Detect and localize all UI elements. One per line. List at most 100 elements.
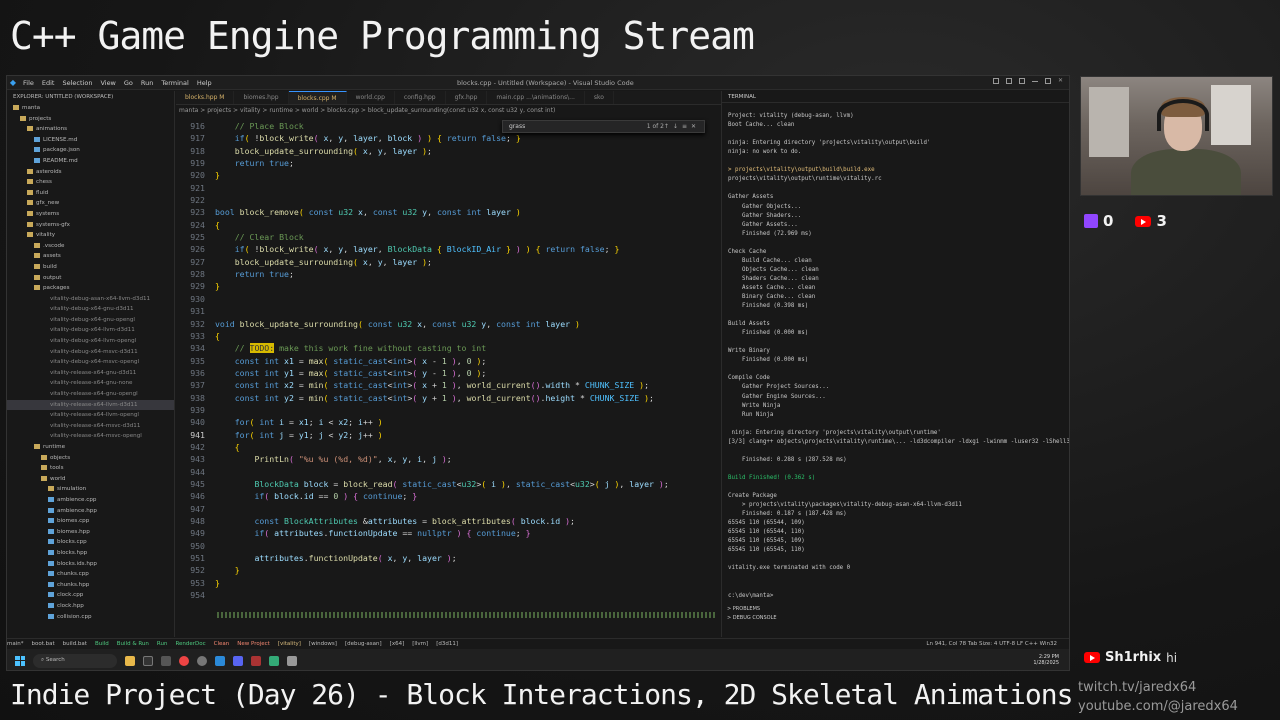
tree-item[interactable]: vitality bbox=[7, 230, 174, 241]
editor-tab[interactable]: blocks.hpp M bbox=[176, 91, 235, 104]
taskbar-clock[interactable]: 2:29 PM 1/28/2025 bbox=[1033, 654, 1059, 666]
menu-view[interactable]: View bbox=[96, 79, 119, 87]
tree-item[interactable]: ambience.cpp bbox=[7, 495, 174, 506]
tree-item[interactable]: gfx_new bbox=[7, 198, 174, 209]
layout-toggle-icon[interactable] bbox=[992, 78, 999, 84]
tree-item[interactable]: vitality-release-x64-gnu-opengl bbox=[7, 389, 174, 400]
tree-item[interactable]: output bbox=[7, 273, 174, 284]
tree-item[interactable]: simulation bbox=[7, 484, 174, 495]
tree-item[interactable]: clock.hpp bbox=[7, 601, 174, 612]
tree-item[interactable]: vitality-debug-asan-x64-llvm-d3d11 bbox=[7, 294, 174, 305]
status-item[interactable]: boot.bat bbox=[32, 641, 55, 647]
menu-edit[interactable]: Edit bbox=[38, 79, 59, 87]
tree-item[interactable]: vitality-release-x64-gnu-none bbox=[7, 378, 174, 389]
tree-item[interactable]: tools bbox=[7, 463, 174, 474]
tree-item[interactable]: package.json bbox=[7, 145, 174, 156]
menu-file[interactable]: File bbox=[19, 79, 38, 87]
menu-go[interactable]: Go bbox=[120, 79, 137, 87]
status-item[interactable]: [debug-asan] bbox=[345, 641, 382, 647]
folder-app-icon[interactable] bbox=[161, 655, 171, 666]
tree-item[interactable]: runtime bbox=[7, 442, 174, 453]
status-item[interactable]: main* bbox=[7, 641, 24, 647]
minimize-button[interactable] bbox=[1031, 78, 1038, 82]
sidebar-toggle-icon[interactable] bbox=[1018, 78, 1025, 84]
tree-item[interactable]: vitality-debug-x64-msvc-opengl bbox=[7, 357, 174, 368]
editor-tab[interactable]: world.cpp bbox=[347, 91, 395, 104]
tree-item[interactable]: chess bbox=[7, 177, 174, 188]
tree-item[interactable]: assets bbox=[7, 251, 174, 262]
tree-item[interactable]: build bbox=[7, 262, 174, 273]
tree-item[interactable]: packages bbox=[7, 283, 174, 294]
tree-item[interactable]: chunks.cpp bbox=[7, 569, 174, 580]
tree-item[interactable]: collision.cpp bbox=[7, 612, 174, 623]
tree-item[interactable]: vitality-debug-x64-gnu-d3d11 bbox=[7, 304, 174, 315]
panel-toggle-icon[interactable] bbox=[1005, 78, 1012, 84]
menu-selection[interactable]: Selection bbox=[58, 79, 96, 87]
terminal-app-icon[interactable] bbox=[143, 655, 153, 666]
tree-item[interactable]: animations bbox=[7, 124, 174, 135]
tree-item[interactable]: projects bbox=[7, 114, 174, 125]
editor-tab[interactable]: biomes.hpp bbox=[234, 91, 289, 104]
tree-item[interactable]: objects bbox=[7, 453, 174, 464]
tree-item[interactable]: biomes.hpp bbox=[7, 527, 174, 538]
status-item[interactable]: Build & Run bbox=[117, 641, 149, 647]
tree-item[interactable]: fluid bbox=[7, 188, 174, 199]
status-item[interactable]: build.bat bbox=[63, 641, 87, 647]
tree-item[interactable]: vitality-debug-x64-llvm-d3d11 bbox=[7, 325, 174, 336]
status-item[interactable]: New Project bbox=[237, 641, 270, 647]
menu-terminal[interactable]: Terminal bbox=[157, 79, 192, 87]
tree-item[interactable]: chunks.hpp bbox=[7, 580, 174, 591]
discord-icon[interactable] bbox=[233, 655, 243, 666]
status-item[interactable]: [llvm] bbox=[412, 641, 428, 647]
breadcrumb[interactable]: manta > projects > vitality > runtime > … bbox=[179, 107, 555, 114]
editor-tab[interactable]: main.cpp ...\animations\... bbox=[487, 91, 585, 104]
obs-icon[interactable] bbox=[197, 655, 207, 666]
status-cursor-info[interactable]: Ln 941, Col 78 Tab Size: 4 UTF-8 LF C++ … bbox=[926, 641, 1057, 647]
vscode-taskbar-icon[interactable] bbox=[215, 655, 225, 666]
tree-item[interactable]: biomes.cpp bbox=[7, 516, 174, 527]
editor-tab[interactable]: config.hpp bbox=[395, 91, 446, 104]
editor-tab[interactable]: blocks.cpp M bbox=[288, 91, 347, 104]
menu-help[interactable]: Help bbox=[193, 79, 216, 87]
tree-item[interactable]: vitality-release-x64-msvc-d3d11 bbox=[7, 421, 174, 432]
tree-item[interactable]: asteroids bbox=[7, 167, 174, 178]
tree-item[interactable]: blocks.cpp bbox=[7, 537, 174, 548]
status-item[interactable]: [vitality] bbox=[278, 641, 301, 647]
status-item[interactable]: Run bbox=[157, 641, 168, 647]
tree-item[interactable]: vitality-release-x64-msvc-opengl bbox=[7, 431, 174, 442]
find-input[interactable]: grass bbox=[509, 123, 525, 130]
tree-item[interactable]: vitality-debug-x64-msvc-d3d11 bbox=[7, 347, 174, 358]
tree-item[interactable]: vitality-release-x64-llvm-opengl bbox=[7, 410, 174, 421]
problems-section[interactable]: > PROBLEMS bbox=[721, 606, 1069, 615]
status-item[interactable]: RenderDoc bbox=[175, 641, 205, 647]
windows-start-icon[interactable] bbox=[15, 655, 25, 666]
tree-item[interactable]: README.md bbox=[7, 156, 174, 167]
tree-item[interactable]: ambience.hpp bbox=[7, 506, 174, 517]
tree-item[interactable]: clock.cpp bbox=[7, 590, 174, 601]
taskbar-search[interactable]: ⌕ Search bbox=[33, 653, 117, 668]
terminal-panel[interactable]: TERMINAL Project: vitality (debug-asan, … bbox=[721, 91, 1069, 637]
tree-item[interactable]: world bbox=[7, 474, 174, 485]
tree-item[interactable]: vitality-debug-x64-gnu-opengl bbox=[7, 315, 174, 326]
tree-item[interactable]: vitality-debug-x64-llvm-opengl bbox=[7, 336, 174, 347]
maximize-button[interactable] bbox=[1044, 78, 1051, 84]
app-icon-2[interactable] bbox=[269, 655, 279, 666]
status-item[interactable]: [d3d11] bbox=[436, 641, 458, 647]
chrome-icon[interactable] bbox=[179, 655, 189, 666]
tree-item[interactable]: systems-gfx bbox=[7, 220, 174, 231]
find-nav-icons[interactable]: ↑↓≡✕ bbox=[664, 123, 700, 130]
tree-item[interactable]: vitality-release-x64-gnu-d3d11 bbox=[7, 368, 174, 379]
app-icon-3[interactable] bbox=[287, 655, 297, 666]
status-item[interactable]: Clean bbox=[214, 641, 230, 647]
status-item[interactable]: [x64] bbox=[390, 641, 405, 647]
app-icon[interactable] bbox=[251, 655, 261, 666]
close-button[interactable]: ✕ bbox=[1058, 78, 1063, 84]
menu-run[interactable]: Run bbox=[137, 79, 157, 87]
tree-item[interactable]: blocks.hpp bbox=[7, 548, 174, 559]
editor-tab[interactable]: gfx.hpp bbox=[446, 91, 488, 104]
status-item[interactable]: [windows] bbox=[309, 641, 337, 647]
file-explorer-icon[interactable] bbox=[125, 655, 135, 666]
code-editor[interactable]: 916 // Place Block 917 if( !block_write( … bbox=[177, 120, 717, 640]
tree-item[interactable]: .vscode bbox=[7, 241, 174, 252]
tree-item[interactable]: manta bbox=[7, 103, 174, 114]
